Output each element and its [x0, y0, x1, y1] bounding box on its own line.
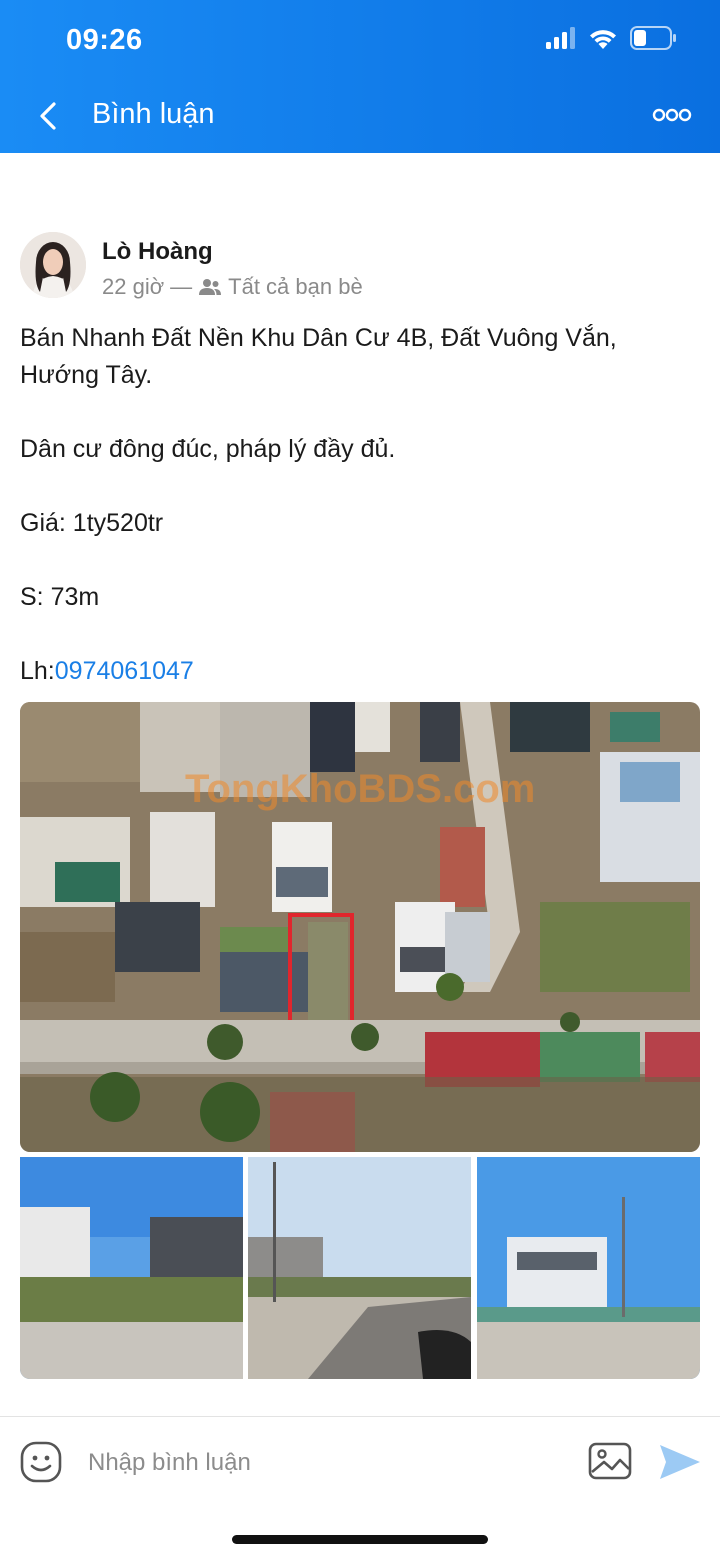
contact-line: Lh:0974061047: [20, 653, 700, 690]
meta-separator: —: [170, 274, 193, 299]
contact-label: Lh:: [20, 657, 55, 685]
post-body: Bán Nhanh Đất Nền Khu Dân Cư 4B, Đất Vuô…: [20, 320, 700, 690]
status-icons: [546, 26, 676, 50]
author-name[interactable]: Lò Hoàng: [102, 238, 213, 266]
battery-icon: [630, 26, 676, 50]
post-line: S: 73m: [20, 583, 100, 611]
home-indicator[interactable]: [232, 1535, 488, 1544]
signal-icon: [546, 27, 575, 49]
page-title: Bình luận: [92, 98, 215, 130]
wifi-icon: [590, 30, 616, 49]
post-audience: Tất cả bạn bè: [228, 274, 363, 299]
photo-thumbnail[interactable]: [477, 1157, 700, 1379]
post-line: Giá: 1ty520tr: [20, 509, 164, 537]
watermark-text: TongKhoBDS.com: [185, 767, 535, 811]
top-header: 09:26 Bình luận: [0, 0, 720, 153]
avatar[interactable]: [20, 232, 86, 298]
aerial-photo[interactable]: TongKhoBDS.com: [20, 702, 700, 1152]
phone-link[interactable]: 0974061047: [55, 657, 194, 685]
post-line: Dân cư đông đúc, pháp lý đầy đủ.: [20, 435, 396, 463]
image-icon[interactable]: [588, 1441, 632, 1481]
back-arrow-icon[interactable]: [30, 96, 70, 136]
post-meta: 22 giờ — Tất cả bạn bè: [102, 274, 363, 300]
friends-icon: [199, 279, 222, 295]
more-options-icon[interactable]: [652, 100, 692, 130]
post-line: Bán Nhanh Đất Nền Khu Dân Cư 4B, Đất Vuô…: [20, 324, 617, 389]
emoji-icon[interactable]: [20, 1441, 62, 1483]
photo-thumbnail[interactable]: [20, 1157, 243, 1379]
comment-input[interactable]: [88, 1445, 548, 1481]
send-icon[interactable]: [658, 1441, 702, 1483]
status-time: 09:26: [66, 24, 143, 56]
post-time: 22 giờ: [102, 274, 165, 299]
comment-bar: [0, 1416, 720, 1508]
photo-thumbnail[interactable]: [248, 1157, 471, 1379]
